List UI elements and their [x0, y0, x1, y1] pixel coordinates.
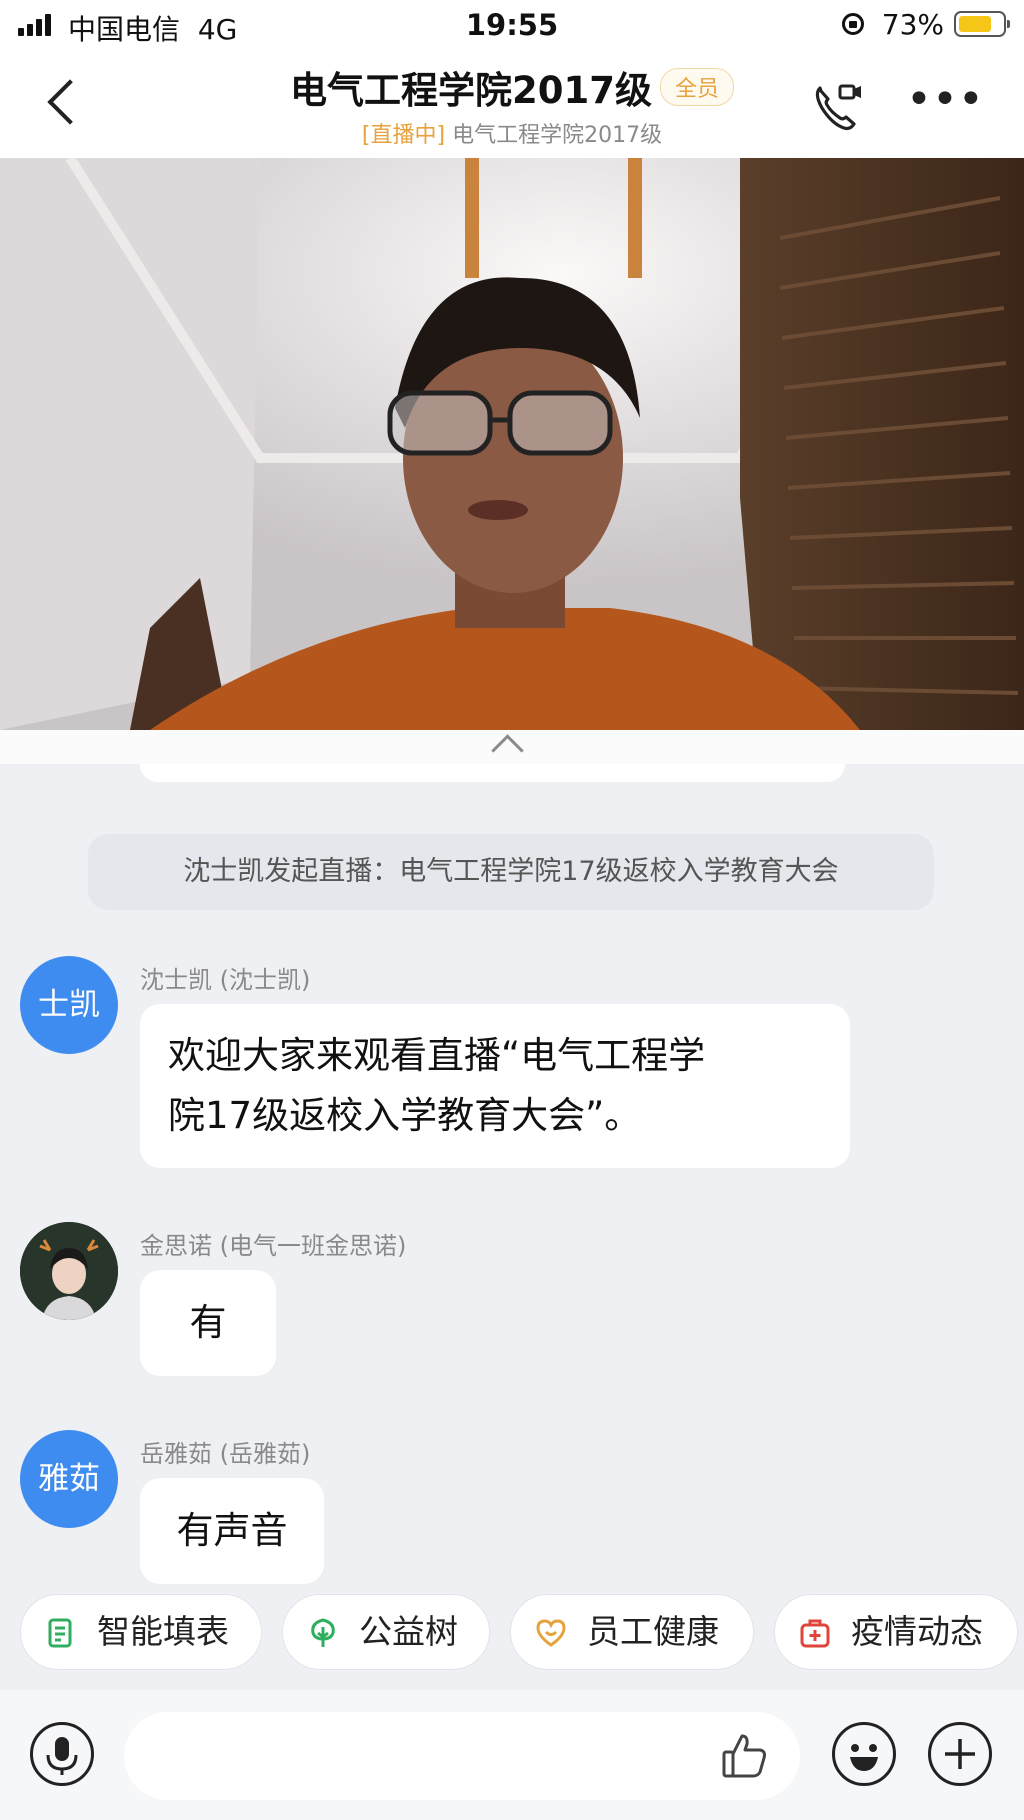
avatar[interactable]	[20, 1222, 118, 1320]
message-bubble-partial	[140, 764, 845, 782]
tree-icon	[311, 1618, 335, 1647]
heart-icon	[536, 1619, 566, 1647]
all-members-badge: 全员	[659, 68, 734, 106]
message-bubble[interactable]: 有	[140, 1270, 276, 1376]
chat-message-list[interactable]: 沈士凯发起直播：电气工程学院17级返校入学教育大会 士凯 沈士凯 (沈士凯) 欢…	[0, 764, 1024, 1594]
message-text-line: 欢迎大家来观看直播“电气工程学	[168, 1034, 706, 1077]
group-title[interactable]: 电气工程学院2017级	[290, 69, 652, 112]
live-title-label: 电气工程学院2017级	[445, 123, 663, 148]
sender-name: 岳雅茹 (岳雅茹)	[140, 1440, 311, 1468]
battery-icon	[954, 11, 1010, 37]
message-bubble[interactable]: 欢迎大家来观看直播“电气工程学 院17级返校入学教育大会”。	[140, 1004, 850, 1168]
message-bubble[interactable]: 有声音	[140, 1478, 324, 1584]
quick-action-epidemic[interactable]: 疫情动态	[774, 1594, 1018, 1670]
status-bar: 中国电信 4G 19:55 73%	[0, 0, 1024, 52]
quick-action-bar: 智能填表 公益树 员工健康 疫情动态	[0, 1594, 1024, 1676]
form-icon	[48, 1618, 72, 1648]
quick-action-label: 智能填表	[97, 1612, 229, 1651]
microphone-icon[interactable]	[30, 1722, 94, 1786]
avatar[interactable]: 雅茹	[20, 1430, 118, 1528]
quick-action-label: 公益树	[359, 1612, 458, 1651]
message-text: 有	[189, 1301, 227, 1344]
battery-percent: 73%	[881, 8, 944, 41]
thumbs-up-icon[interactable]	[720, 1730, 770, 1780]
avatar-photo-icon	[20, 1222, 118, 1320]
live-video-feed[interactable]	[0, 158, 1024, 730]
more-icon[interactable]: •••	[906, 78, 984, 130]
live-status-label: [直播中]	[361, 123, 446, 148]
message-text-line: 院17级返校入学教育大会”。	[168, 1094, 642, 1137]
message-text: 有声音	[176, 1509, 288, 1552]
sender-name: 沈士凯 (沈士凯)	[140, 966, 311, 994]
quick-action-form[interactable]: 智能填表	[20, 1594, 262, 1670]
chat-header: 电气工程学院2017级 全员 [直播中] 电气工程学院2017级 •••	[0, 52, 1024, 158]
chevron-up-icon	[491, 734, 524, 767]
emoji-icon[interactable]	[832, 1722, 896, 1786]
quick-action-label: 员工健康	[587, 1612, 719, 1651]
sender-name: 金思诺 (电气一班金思诺)	[140, 1232, 407, 1260]
medkit-icon	[800, 1619, 830, 1648]
video-call-icon[interactable]	[810, 78, 866, 134]
title-row: 电气工程学院2017级 全员	[0, 60, 1024, 114]
collapse-handle[interactable]	[0, 730, 1024, 767]
message-input[interactable]	[124, 1712, 800, 1800]
status-time: 19:55	[465, 8, 559, 42]
quick-action-label: 疫情动态	[851, 1612, 983, 1651]
orientation-lock-icon	[842, 13, 864, 35]
avatar[interactable]: 士凯	[20, 956, 118, 1054]
quick-action-tree[interactable]: 公益树	[282, 1594, 490, 1670]
live-subtitle[interactable]: [直播中] 电气工程学院2017级	[0, 117, 1024, 149]
system-message: 沈士凯发起直播：电气工程学院17级返校入学教育大会	[88, 834, 934, 910]
message-input-bar	[0, 1690, 1024, 1820]
quick-action-health[interactable]: 员工健康	[510, 1594, 754, 1670]
plus-icon[interactable]	[928, 1722, 992, 1786]
